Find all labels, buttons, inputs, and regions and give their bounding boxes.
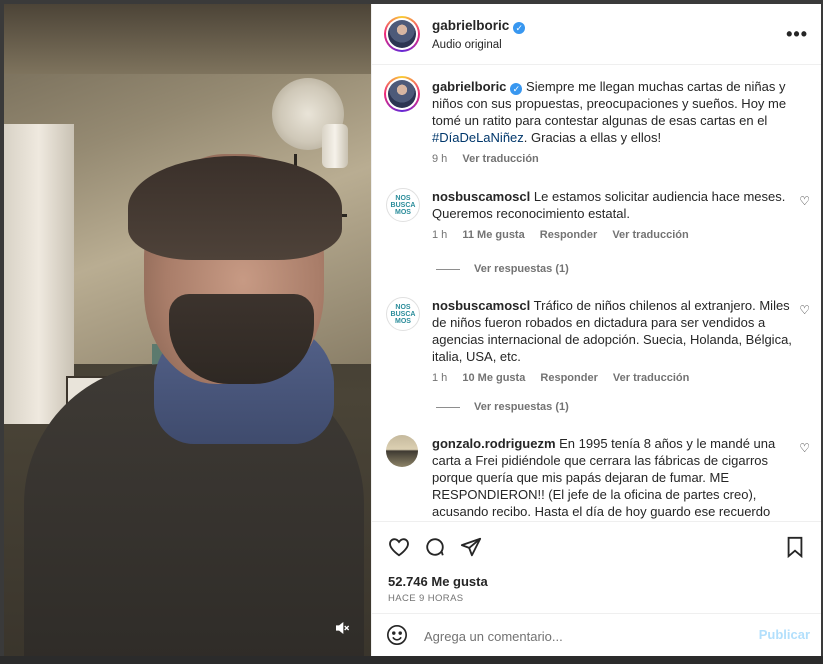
video-person-hair bbox=[128, 156, 342, 260]
verified-icon: ✓ bbox=[510, 83, 523, 95]
avatar-text: NOS BUSCA MOS bbox=[390, 303, 416, 325]
comment-icon[interactable] bbox=[422, 534, 448, 560]
view-replies-label: Ver respuestas (1) bbox=[474, 263, 569, 275]
translate-link[interactable]: Ver traducción bbox=[613, 372, 689, 384]
comment-likes[interactable]: 11 Me gusta bbox=[462, 229, 524, 241]
post-modal: gabrielboric ✓ Audio original ••• gabriel… bbox=[4, 4, 821, 656]
caption-translate-link[interactable]: Ver traducción bbox=[462, 153, 538, 165]
post-header: gabrielboric ✓ Audio original ••• bbox=[372, 4, 821, 65]
commenter-avatar[interactable] bbox=[386, 435, 418, 467]
verified-icon: ✓ bbox=[513, 22, 526, 34]
heart-icon[interactable] bbox=[386, 534, 412, 560]
video-lamp-shade bbox=[322, 124, 348, 168]
comment-username[interactable]: nosbuscamoscl bbox=[432, 189, 530, 204]
caption-author-avatar[interactable] bbox=[384, 76, 420, 112]
replies-divider bbox=[436, 268, 460, 270]
post-timestamp[interactable]: HACE 9 HORAS bbox=[388, 593, 464, 604]
reply-button[interactable]: Responder bbox=[540, 229, 597, 241]
comment-username[interactable]: nosbuscamoscl bbox=[432, 298, 530, 313]
author-avatar[interactable] bbox=[384, 16, 420, 52]
replies-divider bbox=[436, 406, 460, 408]
author-username[interactable]: gabrielboric bbox=[432, 18, 509, 33]
comment-username[interactable]: gonzalo.rodriguezm bbox=[432, 436, 556, 451]
comment-heart-icon[interactable]: ♡ bbox=[799, 194, 810, 208]
commenter-avatar[interactable]: NOS BUSCA MOS bbox=[386, 188, 420, 222]
caption-hashtag[interactable]: #DíaDeLaNiñez bbox=[432, 130, 524, 145]
comment-time[interactable]: 1 h bbox=[432, 229, 447, 241]
comment-heart-icon[interactable]: ♡ bbox=[799, 303, 810, 317]
backdrop-strip bbox=[0, 656, 823, 664]
more-options-icon[interactable]: ••• bbox=[786, 24, 808, 45]
avatar-text: NOS BUSCA MOS bbox=[390, 194, 416, 216]
comment-likes[interactable]: 10 Me gusta bbox=[462, 372, 525, 384]
post-details-panel: gabrielboric ✓ Audio original ••• gabriel… bbox=[371, 4, 821, 656]
reply-button[interactable]: Responder bbox=[540, 372, 597, 384]
commenter-avatar[interactable]: NOS BUSCA MOS bbox=[386, 297, 420, 331]
caption-time[interactable]: 9 h bbox=[432, 153, 447, 165]
caption-text-end: . Gracias a ellas y ellos! bbox=[523, 130, 662, 145]
view-replies-button[interactable]: Ver respuestas (1) bbox=[436, 401, 569, 413]
video-curtain bbox=[4, 124, 74, 424]
emoji-icon[interactable] bbox=[386, 624, 408, 651]
publish-button[interactable]: Publicar bbox=[759, 627, 810, 642]
share-icon[interactable] bbox=[458, 534, 484, 560]
video-ceiling bbox=[4, 4, 371, 74]
comment-composer: Publicar bbox=[372, 613, 821, 656]
mute-icon[interactable] bbox=[330, 616, 354, 640]
translate-link[interactable]: Ver traducción bbox=[612, 229, 688, 241]
likes-count[interactable]: 52.746 Me gusta bbox=[388, 574, 488, 589]
bookmark-icon[interactable] bbox=[782, 534, 808, 560]
view-replies-button[interactable]: Ver respuestas (1) bbox=[436, 263, 569, 275]
caption-username[interactable]: gabrielboric bbox=[432, 79, 506, 94]
audio-label[interactable]: Audio original bbox=[432, 39, 525, 51]
comments-list[interactable]: gabrielboric ✓ Siempre me llegan muchas c… bbox=[372, 65, 821, 521]
view-replies-label: Ver respuestas (1) bbox=[474, 401, 569, 413]
comment-time[interactable]: 1 h bbox=[432, 372, 447, 384]
comment-heart-icon[interactable]: ♡ bbox=[799, 441, 810, 455]
video-player[interactable] bbox=[4, 4, 371, 656]
post-actions: 52.746 Me gusta HACE 9 HORAS bbox=[372, 521, 821, 614]
comment-input[interactable] bbox=[422, 624, 746, 648]
